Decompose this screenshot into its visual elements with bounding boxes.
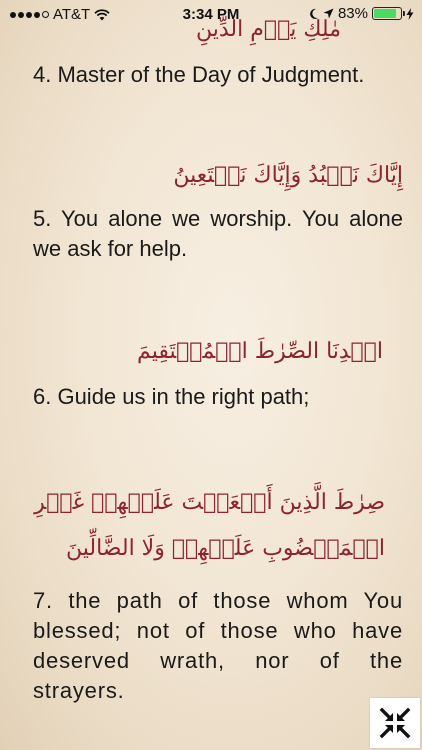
collapse-button[interactable] [370,698,420,748]
verse-7: صِرٰطَ الَّذِينَ أَنۡعَمۡتَ عَلَيۡهِمۡ غ… [33,480,403,706]
verse-5-english: 5. You alone we worship. You alone we as… [33,206,403,261]
verse-6-arabic: اهۡدِنَا الصِّرٰطَ الۡمُسۡتَقِيمَ [137,339,383,364]
verse-7-english: 7. the path of those whom You blessed; n… [33,588,403,703]
verse-6-english: 6. Guide us in the right path; [33,384,310,409]
verse-6: اهۡدِنَا الصِّرٰطَ الۡمُسۡتَقِيمَ 6. Gui… [33,334,403,412]
collapse-icon [379,707,411,739]
verse-5-arabic: إِيَّاكَ نَعۡبُدُ وَإِيَّاكَ نَسۡتَعِينُ [173,163,403,188]
verse-7-arabic: صِرٰطَ الَّذِينَ أَنۡعَمۡتَ عَلَيۡهِمۡ غ… [34,490,385,561]
verse-4: مٰلِكِ يَوۡمِ الدِّينِ 4. Master of the … [33,14,403,90]
verse-4-arabic: مٰلِكِ يَوۡمِ الدِّينِ [196,17,341,42]
verse-5: إِيَّاكَ نَعۡبُدُ وَإِيَّاكَ نَسۡتَعِينُ… [33,158,403,264]
charging-bolt-icon [406,7,414,20]
verse-4-english: 4. Master of the Day of Judgment. [33,62,365,87]
